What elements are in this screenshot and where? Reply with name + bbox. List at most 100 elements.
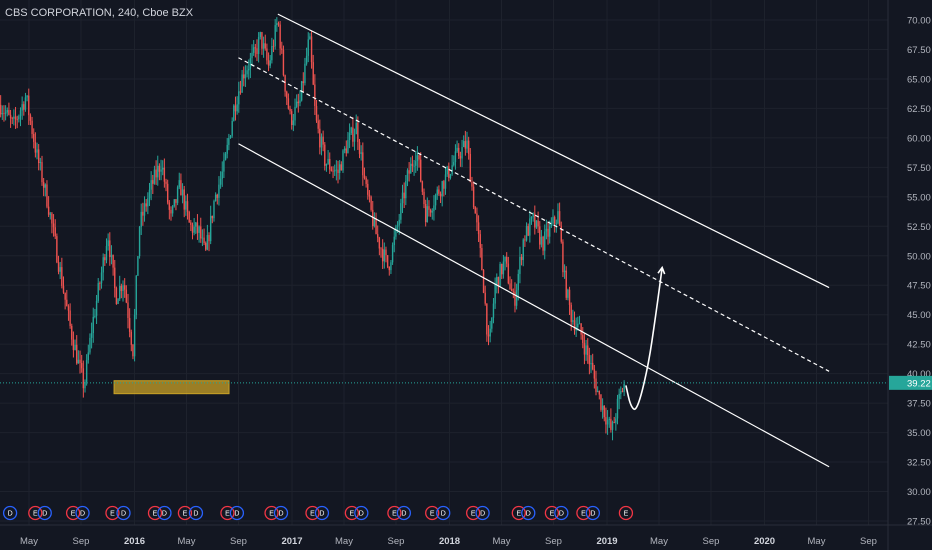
candle-body (122, 285, 124, 292)
candle-body (153, 169, 156, 184)
candle-body (582, 334, 584, 344)
candle-body (29, 115, 32, 121)
candle-body (350, 127, 352, 134)
candle-body (125, 289, 128, 303)
y-tick-label: 27.50 (907, 517, 931, 528)
candle-body (292, 120, 295, 125)
x-tick-label: May (178, 536, 196, 547)
x-tick-label: May (650, 536, 668, 547)
candle-body (415, 161, 417, 166)
candle-body (381, 248, 384, 262)
candle-body (365, 177, 367, 184)
x-tick-label: 2016 (124, 536, 145, 547)
candle-body (466, 140, 468, 149)
candle-body (244, 74, 247, 79)
x-tick-label: Sep (230, 536, 247, 547)
candle-body (191, 224, 194, 233)
candle-body (547, 228, 549, 237)
candle-body (454, 151, 457, 163)
candle-body (66, 299, 68, 307)
candle-body (444, 174, 447, 189)
candle-body (416, 155, 419, 162)
candle-body (347, 139, 349, 154)
marker-label: E (471, 511, 476, 518)
candle-body (99, 283, 101, 284)
marker-label: E (269, 511, 274, 518)
marker-label: D (441, 511, 446, 518)
x-tick-label: 2020 (754, 536, 775, 547)
candle-body (198, 226, 200, 233)
candle-body (489, 328, 491, 337)
candle-body (259, 32, 261, 38)
candle-body (221, 171, 223, 179)
candle-body (494, 284, 496, 304)
candle-body (39, 162, 42, 164)
candle-body (335, 169, 338, 171)
candle-body (186, 201, 189, 212)
candle-body (348, 133, 351, 140)
candle-body (16, 119, 18, 121)
candle-body (567, 289, 569, 298)
candle-body (557, 211, 559, 224)
candle-body (18, 116, 20, 120)
candle-body (46, 184, 48, 207)
candle-body (548, 226, 551, 237)
candle-body (362, 152, 364, 176)
candle-body (342, 150, 344, 171)
candle-body (390, 262, 392, 271)
candle-body (449, 174, 452, 178)
marker-label: D (559, 511, 564, 518)
candle-body (211, 215, 214, 219)
y-tick-label: 52.50 (907, 222, 931, 233)
candle-body (97, 283, 99, 301)
candle-body (152, 180, 154, 184)
marker-label: D (80, 511, 85, 518)
marker-label: D (359, 511, 364, 518)
candle-body (163, 167, 166, 182)
candle-body (481, 247, 483, 271)
candle-body (74, 344, 76, 351)
candle-body (330, 169, 333, 171)
candle-body (150, 180, 152, 190)
candle-body (206, 235, 209, 250)
candle-body (621, 391, 624, 393)
candle-body (408, 170, 410, 174)
candle-body (128, 318, 131, 332)
candle-body (324, 144, 326, 166)
candle-body (583, 343, 586, 355)
candle-body (132, 344, 134, 357)
candle-body (246, 70, 248, 75)
candle-body (252, 47, 255, 53)
candle-body (509, 283, 511, 289)
candle-body (395, 226, 397, 237)
candle-body (312, 62, 314, 85)
y-tick-label: 45.00 (907, 310, 931, 321)
marker-label: D (590, 511, 595, 518)
last-price-value: 39.22 (907, 378, 931, 389)
candle-body (85, 360, 88, 382)
candle-body (461, 147, 463, 159)
candle-body (519, 256, 521, 274)
candle-body (6, 110, 8, 113)
candle-body (175, 199, 177, 203)
marker-label: D (121, 511, 126, 518)
candle-body (109, 240, 111, 258)
candle-body (463, 141, 465, 148)
price-chart[interactable]: DEDEDEDEDEDEDEDEDEDEDEDEDEDEDEDE 70.0067… (0, 0, 932, 550)
candle-body (42, 182, 45, 188)
candle-body (375, 218, 377, 235)
candle-body (100, 272, 103, 284)
candle-body (64, 292, 66, 300)
candle-body (223, 159, 225, 172)
candle-body (264, 43, 266, 49)
candle-body (80, 363, 83, 369)
marker-label: D (42, 511, 47, 518)
y-tick-label: 60.00 (907, 133, 931, 144)
candle-body (610, 418, 612, 430)
candle-body (391, 245, 394, 263)
candle-body (514, 291, 516, 306)
candle-body (162, 167, 164, 170)
candle-body (183, 189, 185, 210)
candle-body (200, 226, 202, 239)
candle-body (598, 391, 601, 395)
